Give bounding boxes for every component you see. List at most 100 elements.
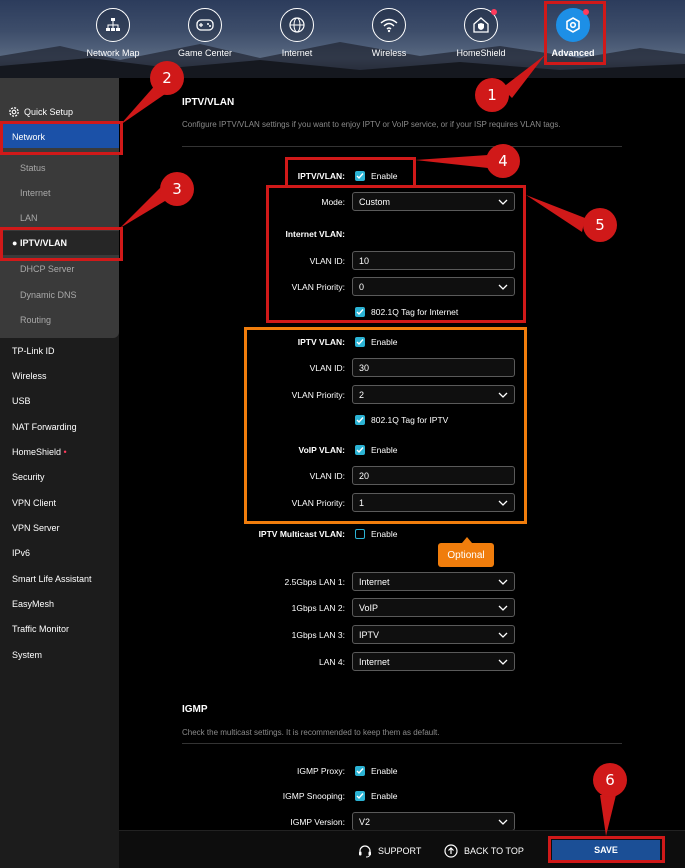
sidebar-subitem-routing[interactable]: Routing [20, 315, 51, 325]
sidebar-item-tplink-id[interactable]: TP-Link ID [12, 346, 55, 356]
headset-icon [359, 845, 371, 858]
nav-homeshield[interactable]: HomeShield [441, 8, 521, 58]
annotation-box-iptv-enable [285, 157, 416, 188]
nav-label: Internet [281, 48, 313, 58]
sidebar-item-vpn-client[interactable]: VPN Client [12, 498, 56, 508]
voip-vlan-priority-select[interactable]: 1 [352, 493, 515, 512]
igmp-snooping-checkbox[interactable] [355, 791, 365, 801]
optional-tag: Optional [438, 537, 494, 567]
iptv-vlan2-label: IPTV VLAN: [297, 337, 345, 347]
support-link[interactable]: SUPPORT [358, 844, 421, 858]
chevron-down-icon [498, 500, 508, 506]
sidebar-subitem-dhcp[interactable]: DHCP Server [20, 264, 74, 274]
annotation-box-advanced [544, 1, 606, 65]
sidebar-subitem-internet[interactable]: Internet [20, 188, 51, 198]
nav-game-center[interactable]: Game Center [165, 8, 245, 58]
multicast-enable-checkbox[interactable] [355, 529, 365, 539]
back-to-top-link[interactable]: BACK TO TOP [444, 844, 524, 858]
lan3-label: 1Gbps LAN 3: [291, 630, 345, 640]
nav-internet[interactable]: Internet [257, 8, 337, 58]
sidebar-item-security[interactable]: Security [12, 472, 45, 482]
lan3-select[interactable]: IPTV [352, 625, 515, 644]
iptv-vlan2-enable-checkbox[interactable] [355, 337, 365, 347]
chevron-down-icon [498, 819, 508, 825]
notification-dot [491, 9, 497, 15]
back-to-top-label: BACK TO TOP [464, 846, 524, 856]
select-value: VoIP [359, 603, 379, 613]
voip-vlan-enable-checkbox[interactable] [355, 445, 365, 455]
sidebar-item-smart-life[interactable]: Smart Life Assistant [12, 574, 92, 584]
lan1-select[interactable]: Internet [352, 572, 515, 591]
lan2-select[interactable]: VoIP [352, 598, 515, 617]
sidebar-item-usb[interactable]: USB [12, 396, 31, 406]
chevron-down-icon [498, 605, 508, 611]
annotation-box-internet-vlan [266, 185, 526, 323]
enable-label: Enable [371, 445, 398, 455]
select-value: IPTV [359, 630, 380, 640]
callout-6: 6 [593, 763, 627, 797]
igmp-version-select[interactable]: V2 [352, 812, 515, 831]
section-description-igmp: Check the multicast settings. It is reco… [182, 728, 440, 737]
iptv-tag-checkbox[interactable] [355, 415, 365, 425]
lan4-select[interactable]: Internet [352, 652, 515, 671]
select-value: 1 [359, 498, 365, 508]
sidebar-item-vpn-server[interactable]: VPN Server [12, 523, 60, 533]
iptv-vlan-priority-select[interactable]: 2 [352, 385, 515, 404]
notification-dot: • [63, 447, 67, 457]
select-value: 2 [359, 390, 365, 400]
callout-3: 3 [160, 172, 194, 206]
chevron-down-icon [498, 632, 508, 638]
chevron-down-icon [498, 579, 508, 585]
nav-wireless[interactable]: Wireless [349, 8, 429, 58]
igmp-snooping-label: IGMP Snooping: [282, 791, 345, 801]
sidebar-item-label: Quick Setup [24, 107, 74, 117]
gear-icon [9, 107, 19, 117]
sidebar-subitem-ddns[interactable]: Dynamic DNS [20, 290, 77, 300]
voip-vlan-label: VoIP VLAN: [298, 445, 345, 455]
iptv-vlan-id-input[interactable]: 30 [352, 358, 515, 377]
arrow-up-circle-icon [444, 844, 458, 858]
sidebar-item-easymesh[interactable]: EasyMesh [12, 599, 54, 609]
sidebar: Quick Setup Network Status Internet LAN … [0, 78, 119, 868]
select-value: V2 [359, 817, 371, 827]
sidebar-item-homeshield[interactable]: HomeShield • [12, 447, 67, 457]
divider [182, 146, 622, 147]
enable-label: Enable [371, 529, 398, 539]
check-icon [356, 447, 364, 454]
igmp-proxy-checkbox[interactable] [355, 766, 365, 776]
sidebar-subitem-lan[interactable]: LAN [20, 213, 38, 223]
select-value: Internet [359, 657, 390, 667]
check-icon [356, 417, 364, 424]
igmp-version-label: IGMP Version: [290, 817, 345, 827]
nav-network-map[interactable]: Network Map [73, 8, 153, 58]
section-title-igmp: IGMP [182, 704, 208, 715]
arrow-4 [415, 155, 488, 168]
voip-vlan-id-input[interactable]: 20 [352, 466, 515, 485]
sidebar-item-traffic-monitor[interactable]: Traffic Monitor [12, 624, 69, 634]
callout-4: 4 [486, 144, 520, 178]
check-icon [356, 768, 364, 775]
enable-label: Enable [371, 337, 398, 347]
iptv-tag-label: 802.1Q Tag for IPTV [371, 415, 449, 425]
globe-icon [289, 17, 305, 33]
sidebar-item-wireless[interactable]: Wireless [12, 371, 47, 381]
enable-label: Enable [371, 791, 398, 801]
support-label: SUPPORT [378, 846, 422, 856]
sidebar-item-ipv6[interactable]: IPv6 [12, 548, 30, 558]
enable-label: Enable [371, 766, 398, 776]
sidebar-item-quick-setup[interactable]: Quick Setup [8, 106, 73, 118]
sidebar-item-system[interactable]: System [12, 650, 42, 660]
vlan-priority-label: VLAN Priority: [291, 498, 345, 508]
sidebar-subitem-status[interactable]: Status [20, 163, 46, 173]
lan1-label: 2.5Gbps LAN 1: [284, 577, 345, 587]
wifi-icon [380, 18, 398, 33]
nav-label: Game Center [177, 48, 233, 58]
sidebar-item-label: HomeShield [12, 447, 62, 457]
check-icon [356, 339, 364, 346]
nav-label: Wireless [371, 48, 407, 58]
gamepad-icon [196, 19, 214, 31]
sidebar-item-nat-forwarding[interactable]: NAT Forwarding [12, 422, 77, 432]
section-title-iptv: IPTV/VLAN [182, 97, 235, 108]
lan4-label: LAN 4: [319, 657, 345, 667]
nav-label: Network Map [86, 48, 140, 58]
